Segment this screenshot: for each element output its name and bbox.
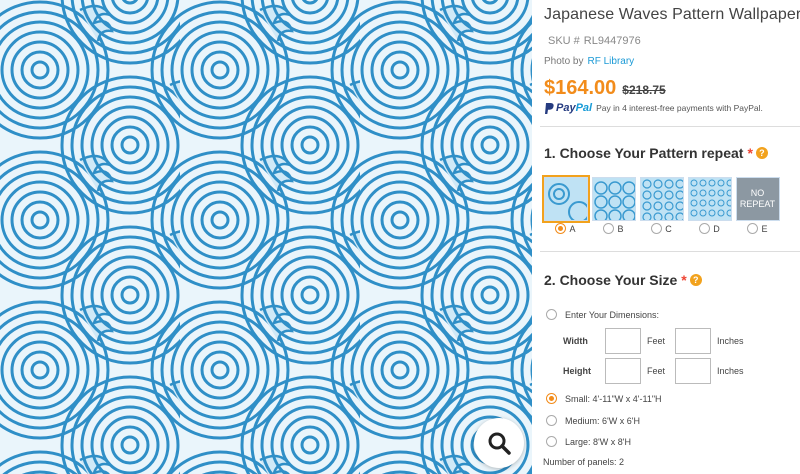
width-inches-input[interactable] [675, 328, 711, 354]
size-option-large[interactable]: Large: 8'W x 8'H [546, 436, 631, 447]
size-radio-custom[interactable] [546, 309, 557, 320]
price: $164.00 [544, 77, 617, 99]
size-large-label: Large: 8'W x 8'H [565, 436, 631, 447]
product-title: Japanese Waves Pattern Wallpaper [544, 6, 800, 23]
repeat-radio-b[interactable] [603, 223, 615, 234]
required-marker: * [681, 272, 687, 288]
repeat-thumb-a[interactable] [541, 175, 590, 223]
zoom-button[interactable] [474, 418, 524, 468]
feet-label: Feet [647, 336, 666, 346]
repeat-radio-e[interactable] [747, 223, 759, 234]
height-feet-input[interactable] [605, 358, 641, 384]
repeat-thumb-d[interactable] [687, 177, 732, 221]
repeat-label-a: A [569, 223, 576, 234]
repeat-option-c[interactable]: C [638, 177, 685, 234]
required-marker: * [747, 145, 753, 161]
repeat-option-a[interactable]: A [541, 175, 590, 234]
sku: SKU # RL9447976 [544, 35, 800, 47]
size-small-label: Small: 4'-11"W x 4'-11"H [565, 393, 662, 404]
size-option-small[interactable]: Small: 4'-11"W x 4'-11"H [546, 393, 662, 404]
size-medium-label: Medium: 6'W x 6'H [565, 415, 640, 426]
repeat-thumb-b[interactable] [591, 177, 636, 221]
photo-credit-link[interactable]: RF Library [587, 56, 634, 67]
size-option-medium[interactable]: Medium: 6'W x 6'H [546, 415, 640, 426]
paypal-logo-icon: Pay Pal [544, 102, 592, 114]
repeat-option-d[interactable]: D [686, 177, 733, 234]
wave-pattern-image [0, 0, 532, 474]
repeat-radio-c[interactable] [651, 223, 663, 234]
question-icon[interactable]: ? [689, 274, 702, 286]
question-icon[interactable]: ? [755, 147, 768, 159]
size-radio-medium[interactable] [546, 415, 557, 426]
pattern-repeat-options: A B C D NO REPEAT E [541, 175, 782, 234]
repeat-option-e[interactable]: NO REPEAT E [734, 177, 781, 234]
panel-count: Number of panels: 2 [543, 457, 625, 467]
pattern-repeat-title-text: 1. Choose Your Pattern repeat [544, 145, 744, 161]
inches-label: Inches [717, 366, 744, 376]
magnifier-icon [488, 432, 511, 455]
enter-dimensions-label: Enter Your Dimensions: [565, 309, 660, 320]
repeat-thumb-e[interactable]: NO REPEAT [735, 177, 780, 221]
size-title: 2. Choose Your Size * ? [544, 272, 702, 288]
photo-credit-label: Photo by [544, 56, 584, 67]
repeat-label-b: B [617, 223, 624, 234]
width-label: Width [563, 336, 588, 346]
price-row: $164.00 $218.75 [544, 77, 800, 100]
height-label: Height [563, 366, 591, 376]
paypal-logo-pal: Pal [575, 102, 593, 114]
product-image[interactable] [0, 0, 532, 474]
divider [540, 126, 800, 127]
repeat-radio-a[interactable] [555, 223, 567, 234]
pattern-repeat-title: 1. Choose Your Pattern repeat * ? [544, 145, 768, 161]
repeat-option-b[interactable]: B [590, 177, 637, 234]
height-row: Height Feet Inches [563, 358, 745, 384]
photo-credit: Photo by RF Library [544, 56, 800, 67]
size-radio-small[interactable] [546, 393, 557, 404]
repeat-label-e: E [761, 223, 768, 234]
paypal-text: Pay in 4 interest-free payments with Pay… [596, 103, 763, 113]
repeat-thumb-c[interactable] [639, 177, 684, 221]
paypal-logo-pay: Pay [556, 102, 576, 114]
size-title-text: 2. Choose Your Size [544, 272, 678, 288]
width-row: Width Feet Inches [563, 328, 745, 354]
paypal-row[interactable]: Pay Pal Pay in 4 interest-free payments w… [544, 102, 800, 114]
divider [540, 251, 800, 252]
sku-label: SKU # [548, 35, 580, 47]
height-inches-input[interactable] [675, 358, 711, 384]
feet-label: Feet [647, 366, 666, 376]
repeat-label-d: D [713, 223, 720, 234]
old-price: $218.75 [622, 83, 666, 97]
inches-label: Inches [717, 336, 744, 346]
size-radio-large[interactable] [546, 436, 557, 447]
sku-value: RL9447976 [583, 35, 641, 47]
width-feet-input[interactable] [605, 328, 641, 354]
size-option-custom[interactable]: Enter Your Dimensions: [546, 309, 659, 320]
repeat-radio-d[interactable] [699, 223, 711, 234]
repeat-label-c: C [665, 223, 672, 234]
